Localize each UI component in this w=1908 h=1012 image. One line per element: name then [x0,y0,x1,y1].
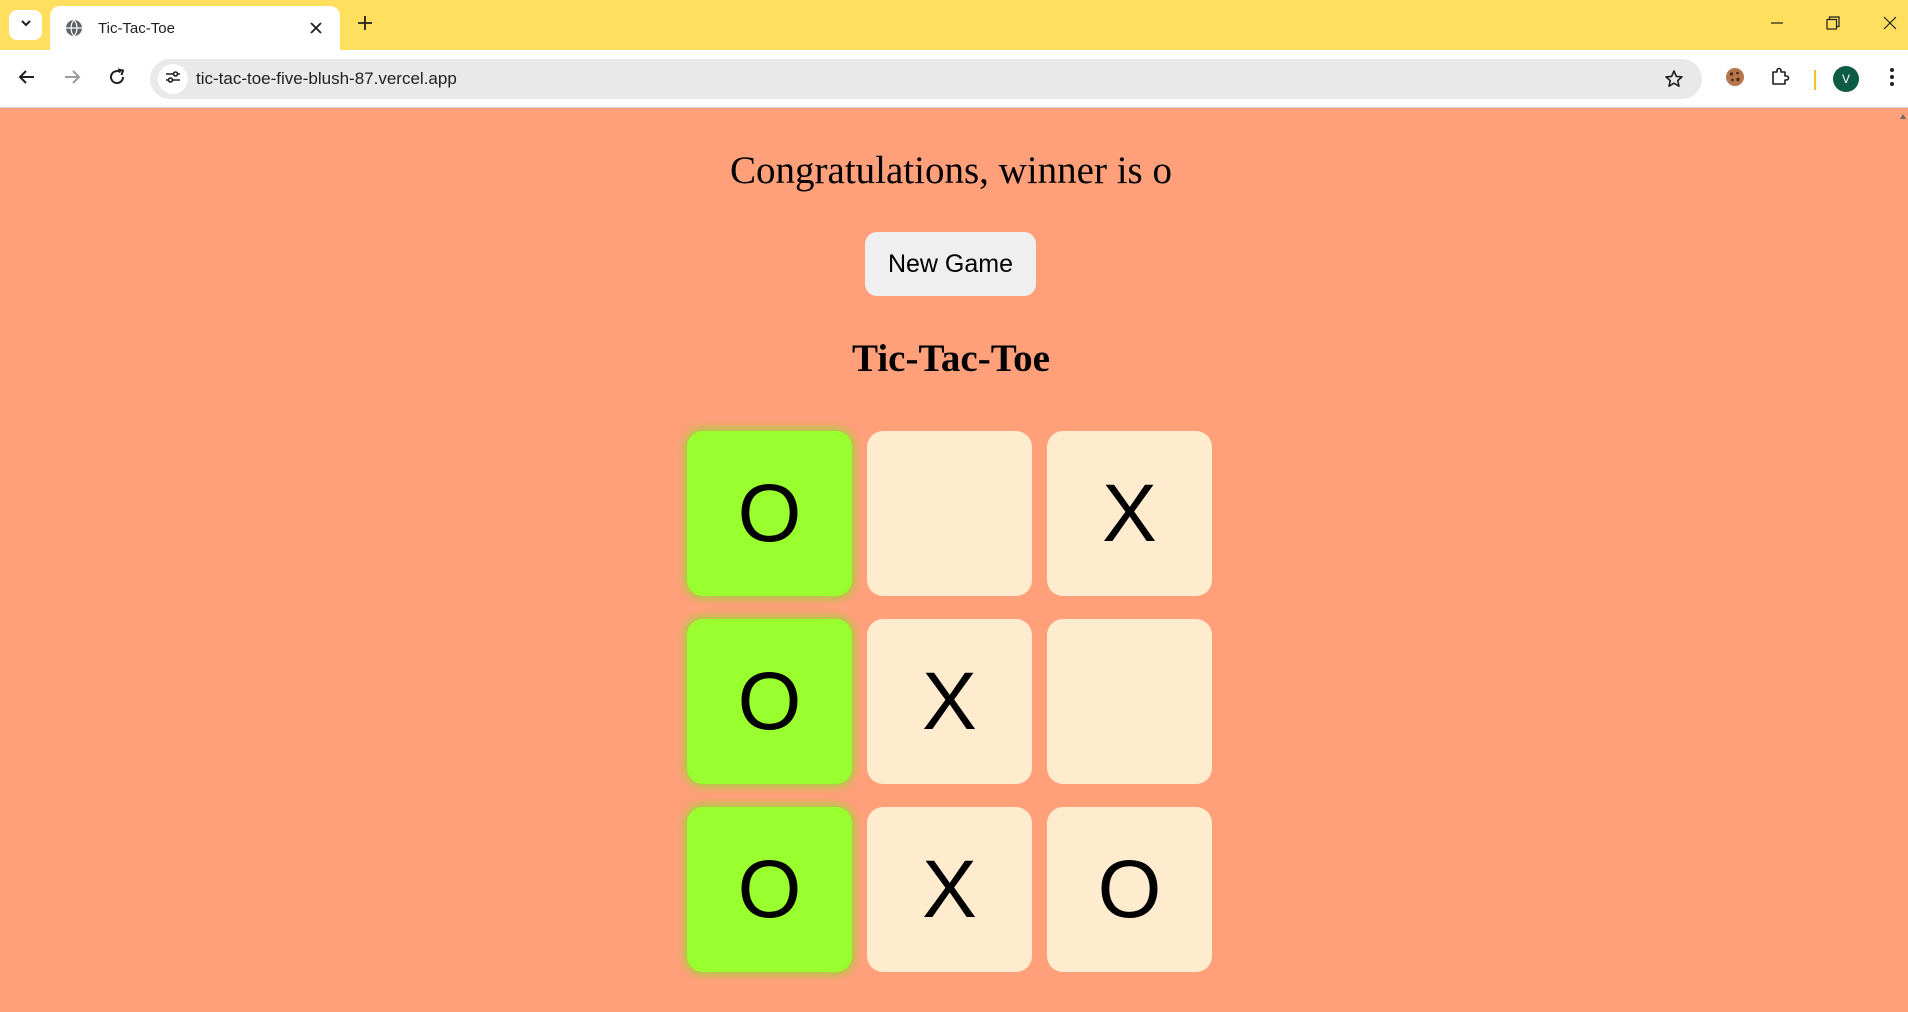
browser-menu-button[interactable] [1876,63,1908,95]
page-title: Tic-Tac-Toe [852,337,1050,380]
forward-button[interactable] [56,63,88,95]
restore-icon [1826,15,1840,35]
board-cell[interactable]: O [1047,807,1212,972]
tab-title: Tic-Tac-Toe [98,19,175,37]
globe-icon [64,18,84,38]
star-icon[interactable] [1662,67,1686,91]
close-icon[interactable] [304,16,328,40]
forward-icon [63,68,81,91]
reload-button[interactable] [101,63,133,95]
winning-cell[interactable]: O [687,619,852,784]
tab-search-button[interactable] [9,10,42,40]
browser-toolbar: tic-tac-toe-five-blush-87.vercel.app V [0,50,1908,108]
reload-icon [108,68,126,91]
minimize-icon [1770,16,1784,35]
extensions-button[interactable] [1764,63,1796,95]
scroll-up-icon[interactable] [1898,111,1908,121]
tab-search-icon [19,16,33,35]
board-cell[interactable] [1047,619,1212,784]
site-settings-icon [165,69,181,90]
extensions-icon [1770,67,1790,92]
restore-button[interactable] [1815,8,1851,42]
page-viewport: Congratulations, winner is o New Game Ti… [0,109,1908,1012]
new-tab-button[interactable] [351,11,379,39]
new-game-button[interactable]: New Game [865,232,1036,296]
site-settings-button[interactable] [158,64,188,94]
winner-message: Congratulations, winner is o [730,149,1172,192]
plus-icon [357,15,373,36]
minimize-button[interactable] [1759,8,1795,42]
winning-cell[interactable]: O [687,807,852,972]
tab-strip: Tic-Tac-Toe [0,0,1908,50]
game-board: O X O X O X O [687,431,1213,972]
back-icon [18,68,36,91]
cookie-extension-button[interactable] [1719,63,1751,95]
url-text[interactable]: tic-tac-toe-five-blush-87.vercel.app [196,69,457,89]
board-cell[interactable] [867,431,1032,596]
avatar[interactable]: V [1833,66,1859,92]
close-window-button[interactable] [1872,8,1908,42]
kebab-menu-icon [1889,67,1895,92]
board-cell[interactable]: X [867,807,1032,972]
winning-cell[interactable]: O [687,431,852,596]
board-cell[interactable]: X [867,619,1032,784]
active-tab[interactable]: Tic-Tac-Toe [50,6,340,50]
cookie-icon [1724,66,1746,93]
close-icon [1883,16,1897,35]
board-cell[interactable]: X [1047,431,1212,596]
back-button[interactable] [11,63,43,95]
toolbar-separator [1814,70,1816,90]
address-bar[interactable]: tic-tac-toe-five-blush-87.vercel.app [150,59,1702,99]
